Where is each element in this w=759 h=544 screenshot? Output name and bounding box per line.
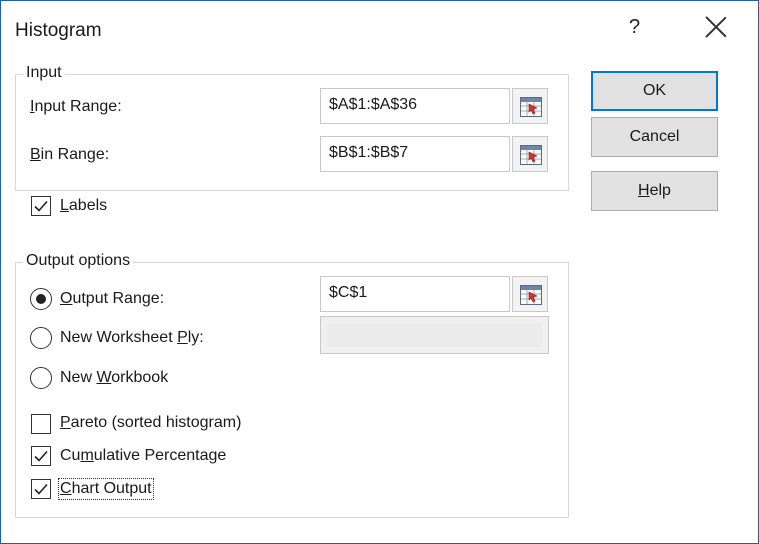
labels-checkbox-label[interactable]: Labels [60,197,107,215]
help-question-icon[interactable]: ? [629,16,640,39]
output-range-radio[interactable] [30,288,52,310]
bin-range-label: Bin Range: [30,146,110,163]
pareto-checkbox[interactable] [31,414,51,434]
input-group-legend: Input [23,64,65,82]
output-options-legend: Output options [23,252,134,270]
input-range-collapse-button[interactable] [512,88,548,124]
new-worksheet-name-field[interactable] [320,316,549,354]
bin-range-collapse-button[interactable] [512,136,548,172]
cumulative-percentage-checkbox[interactable] [31,446,51,466]
labels-checkbox[interactable] [31,196,51,216]
dialog-title: Histogram [15,20,102,41]
help-button[interactable]: Help [591,171,718,211]
output-range-collapse-button[interactable] [512,276,548,312]
output-range-field[interactable]: $C$1 [320,276,510,312]
cumulative-percentage-label[interactable]: Cumulative Percentage [60,447,226,465]
new-worksheet-label[interactable]: New Worksheet Ply: [60,329,204,347]
new-workbook-label[interactable]: New Workbook [60,369,168,387]
ok-button[interactable]: OK [591,71,718,111]
pareto-label[interactable]: Pareto (sorted histogram) [60,414,241,432]
checkmark-icon [34,483,48,495]
collapse-dialog-icon [520,97,542,117]
new-worksheet-radio[interactable] [30,327,52,349]
new-workbook-radio[interactable] [30,367,52,389]
chart-output-checkbox[interactable] [31,479,51,499]
checkmark-icon [34,200,48,212]
cancel-button[interactable]: Cancel [591,117,718,157]
input-range-label: Input Range: [30,98,122,115]
histogram-dialog: Histogram ? Input Input Range: $A$1:$A$3… [0,0,759,544]
output-range-label[interactable]: Output Range: [60,290,164,308]
chart-output-label[interactable]: Chart Output [58,478,154,500]
checkmark-icon [34,450,48,462]
disabled-field-fill [327,323,542,347]
collapse-dialog-icon [520,285,542,305]
bin-range-field[interactable]: $B$1:$B$7 [320,136,510,172]
title-bar: Histogram ? [1,1,758,57]
radio-selected-dot [35,293,46,304]
input-range-field[interactable]: $A$1:$A$36 [320,88,510,124]
collapse-dialog-icon [520,145,542,165]
close-icon[interactable] [704,15,728,39]
